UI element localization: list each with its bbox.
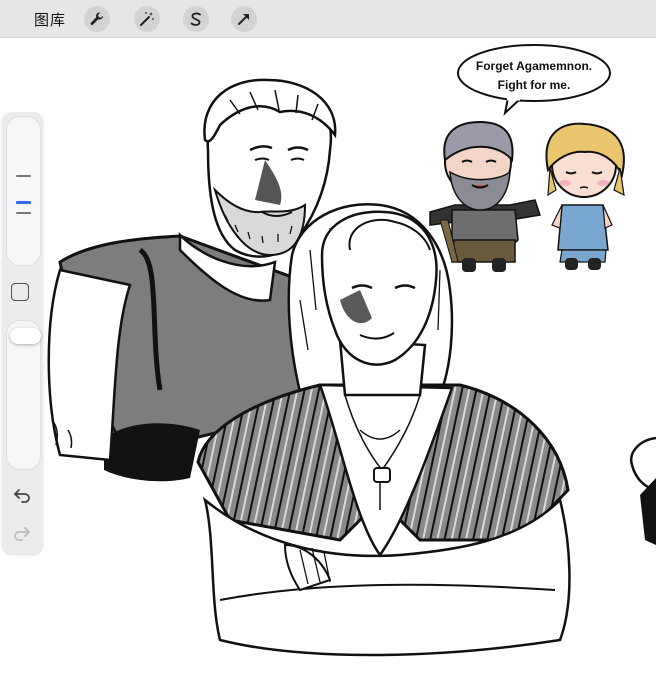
brush-size-slider[interactable] xyxy=(6,116,41,266)
redo-arrow-icon[interactable] xyxy=(12,524,32,542)
speech-line-1: Forget Agamemnon. xyxy=(476,59,592,73)
size-mark-selected xyxy=(16,201,31,204)
chibi-bearded-man xyxy=(429,120,541,272)
drawing-canvas[interactable]: Forget Agamemnon. Fight for me. xyxy=(0,38,656,680)
top-toolbar: 图库 xyxy=(0,0,656,38)
speech-line-2: Fight for me. xyxy=(498,78,571,92)
transform-button[interactable] xyxy=(231,6,257,32)
size-mark xyxy=(16,175,31,177)
brush-opacity-slider[interactable] xyxy=(6,320,41,470)
modify-square-icon[interactable] xyxy=(11,283,29,301)
actions-wrench-button[interactable] xyxy=(84,6,110,32)
opacity-knob[interactable] xyxy=(10,328,41,344)
speech-bubble: Forget Agamemnon. Fight for me. xyxy=(457,44,611,116)
adjustments-button[interactable] xyxy=(134,6,160,32)
brush-sidebar xyxy=(2,112,43,554)
gallery-button[interactable]: 图库 xyxy=(34,9,66,30)
selection-button[interactable] xyxy=(183,6,209,32)
chibi-blonde-figure xyxy=(545,122,625,270)
partial-sleeve xyxy=(640,478,656,545)
artwork: Forget Agamemnon. Fight for me. xyxy=(47,44,656,657)
wrench-icon xyxy=(90,12,104,26)
transform-arrow-icon xyxy=(238,14,249,25)
selection-s-icon xyxy=(190,12,201,26)
magic-wand-icon xyxy=(140,12,154,26)
size-mark xyxy=(16,212,31,214)
undo-arrow-icon[interactable] xyxy=(12,486,32,504)
